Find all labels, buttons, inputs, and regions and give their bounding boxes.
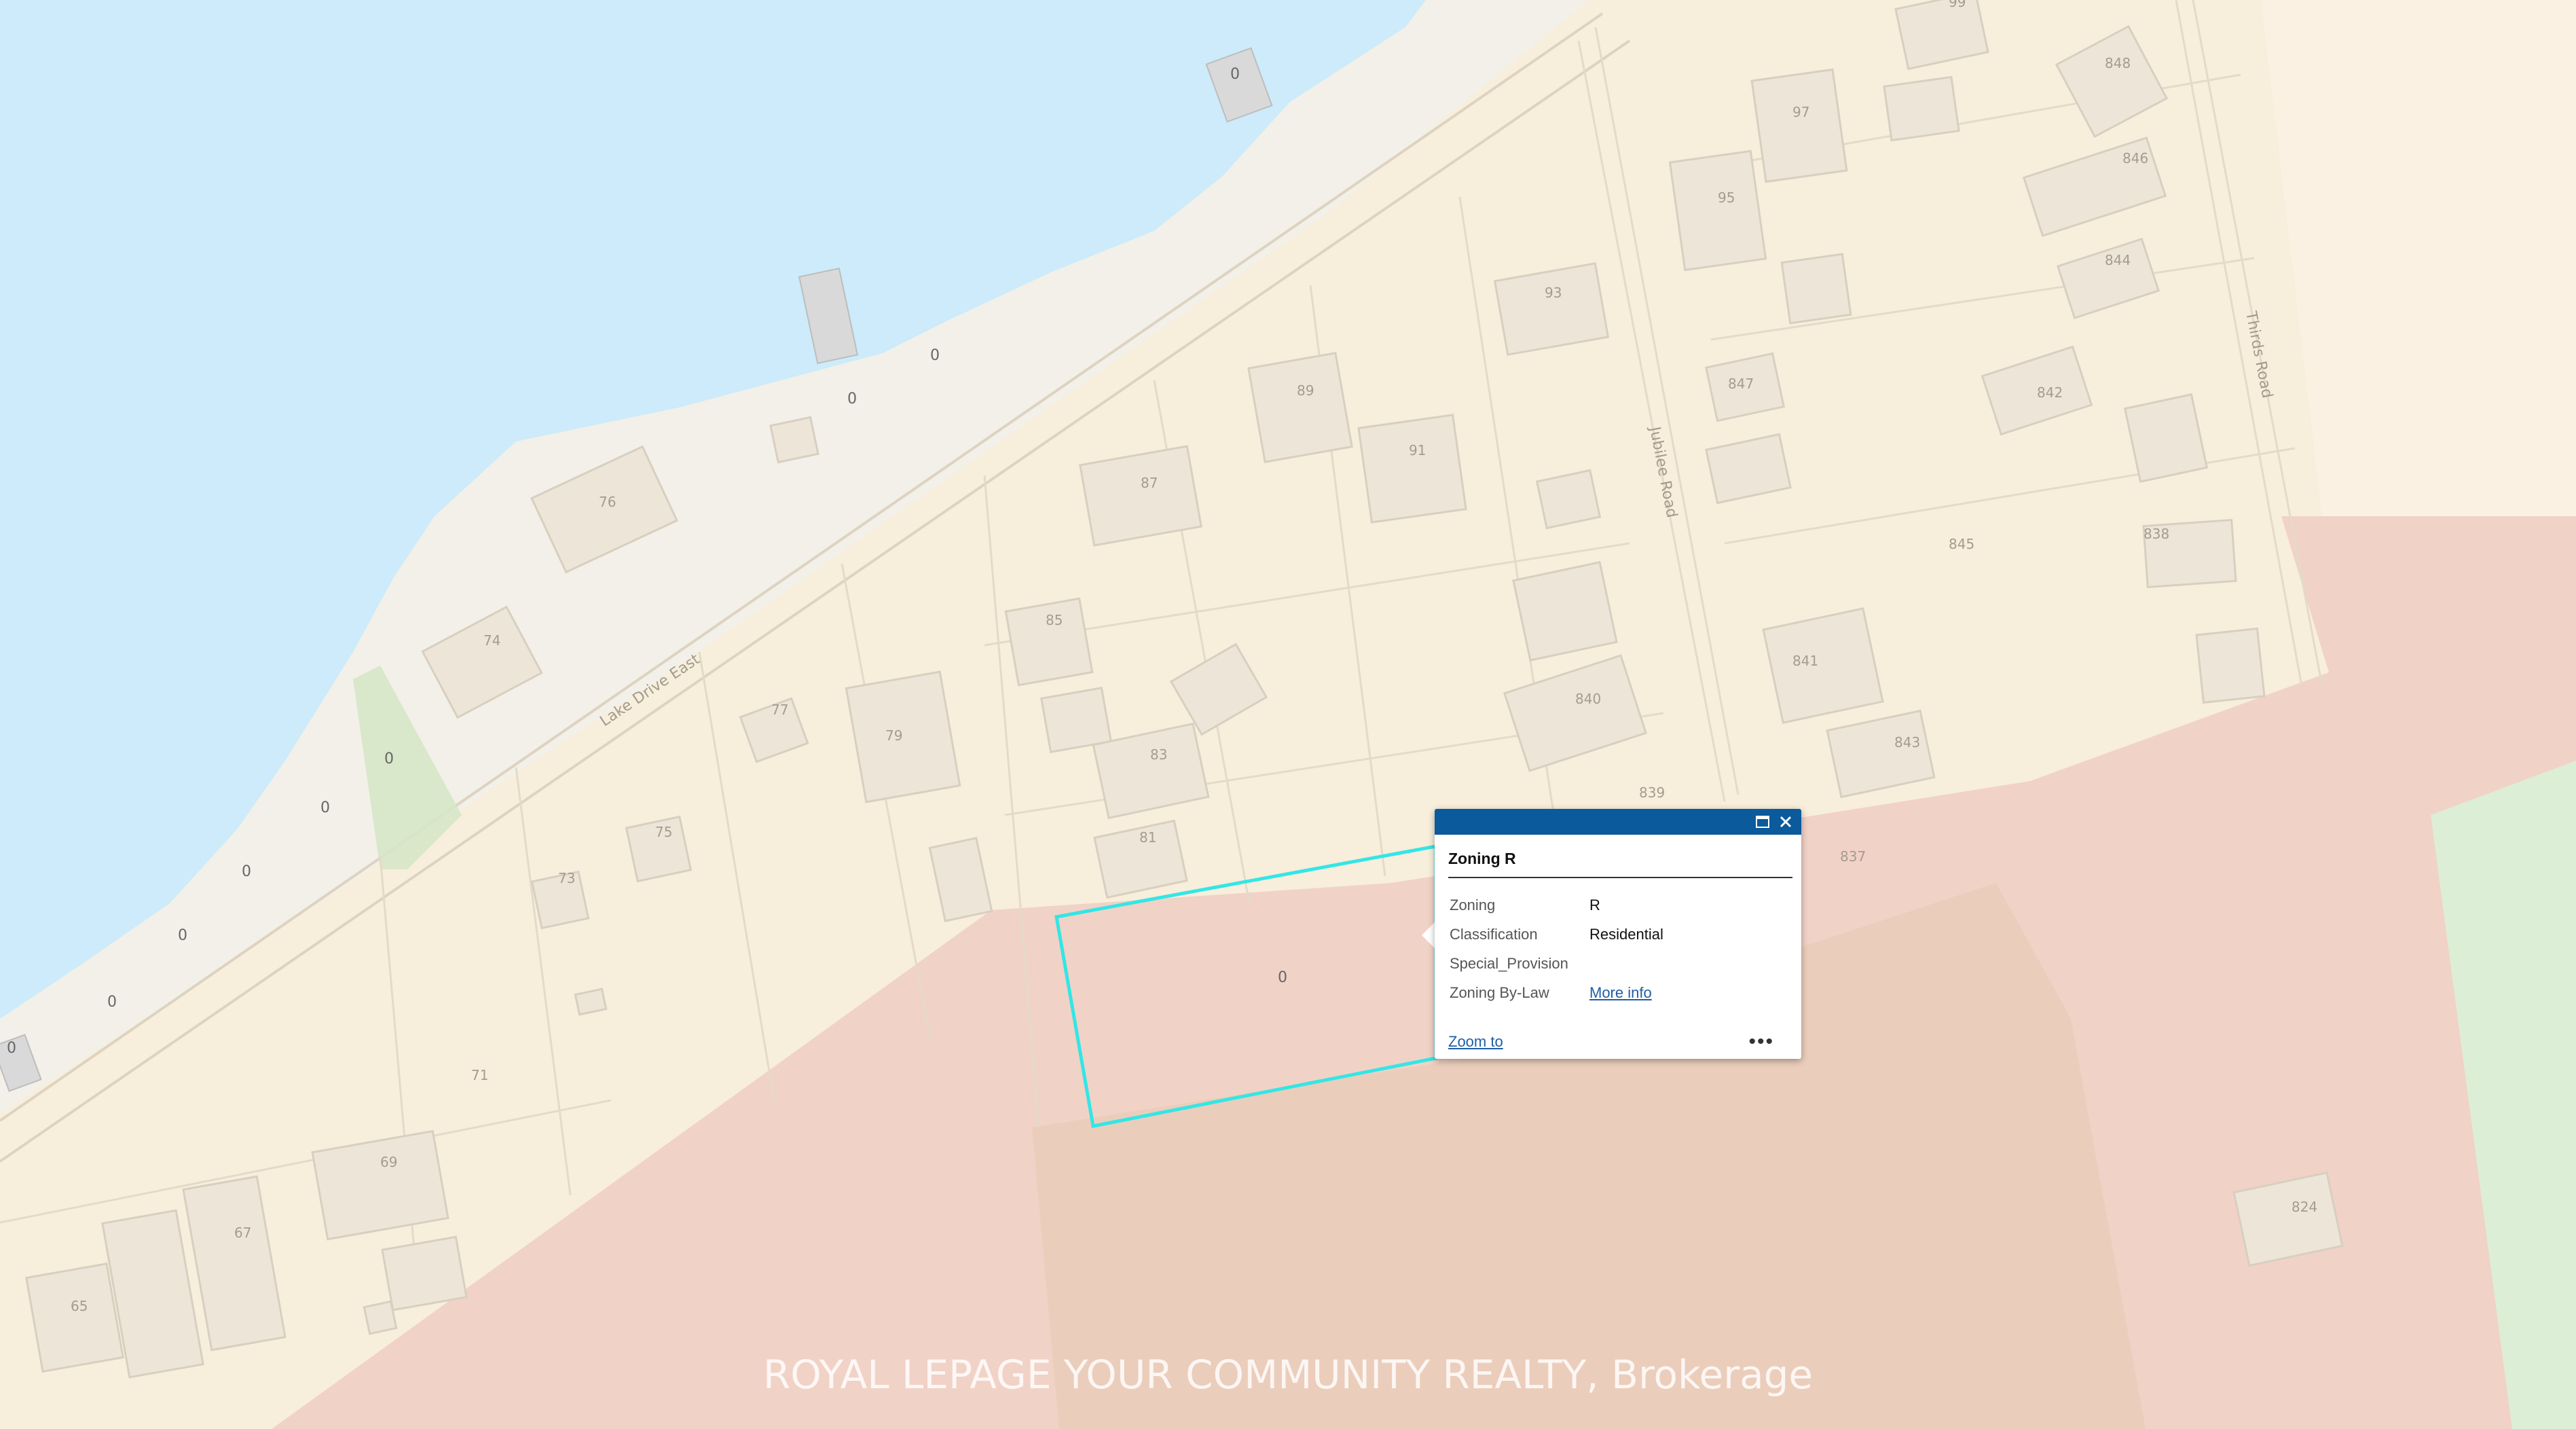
parcel-label: 845: [1949, 536, 1974, 552]
attribute-value: R: [1589, 896, 1600, 914]
zoom-to-link[interactable]: Zoom to: [1448, 1033, 1503, 1051]
parcel-label: 85: [1046, 612, 1063, 628]
parcel-label: 79: [885, 727, 902, 744]
attribute-key: Classification: [1450, 925, 1538, 943]
parcel-label: 67: [234, 1225, 251, 1241]
parcel-label: 71: [471, 1067, 488, 1083]
parcel-label: 77: [771, 702, 788, 718]
parcel-label: 87: [1141, 475, 1158, 491]
parcel-label: 841: [1792, 653, 1818, 669]
parcel-label: 93: [1545, 285, 1562, 301]
attribute-row: Special_Provision: [1450, 949, 1663, 978]
zero-label: 0: [1278, 969, 1287, 986]
attribute-key: Special_Provision: [1450, 954, 1568, 972]
close-icon[interactable]: [1775, 812, 1796, 832]
zero-label: 0: [7, 1040, 16, 1057]
zero-label: 0: [847, 391, 857, 408]
attribute-key: Zoning: [1450, 896, 1496, 914]
parcel-label: 89: [1297, 382, 1314, 399]
parcel-label: 73: [558, 870, 575, 886]
parcel-label: 99: [1949, 0, 1966, 10]
attribute-table: Zoning R Classification Residential Spec…: [1450, 890, 1663, 1007]
parcel-label: 848: [2105, 55, 2131, 71]
popup-title: Zoning R: [1448, 850, 1516, 867]
zero-label: 0: [242, 863, 251, 880]
parcel-label: 840: [1575, 691, 1601, 707]
attribute-row: Classification Residential: [1450, 920, 1663, 949]
attribute-row: Zoning By-Law More info: [1450, 978, 1663, 1007]
parcel-label: 838: [2143, 526, 2169, 542]
parcel-label: 91: [1409, 442, 1426, 458]
parcel-label: 69: [380, 1154, 397, 1170]
zero-label: 0: [1230, 66, 1240, 83]
more-info-link[interactable]: More info: [1589, 984, 1652, 1001]
attribute-row: Zoning R: [1450, 890, 1663, 920]
popup-pointer: [1422, 922, 1435, 949]
zero-label: 0: [320, 799, 330, 816]
parcel-label: 844: [2105, 252, 2131, 268]
brokerage-watermark: ROYAL LEPAGE YOUR COMMUNITY REALTY, Brok…: [762, 1352, 1814, 1398]
parcel-label: 95: [1718, 189, 1735, 206]
parcel-label: 837: [1840, 848, 1866, 865]
zero-label: 0: [107, 994, 117, 1011]
parcel-label: 842: [2037, 384, 2063, 401]
parcel-label: 75: [655, 824, 672, 840]
title-divider: [1448, 877, 1792, 878]
zoning-popup: Zoning R Zoning R Classification Residen…: [1435, 809, 1801, 1059]
ellipsis-icon[interactable]: •••: [1748, 1030, 1774, 1053]
parcel-label: 81: [1139, 829, 1156, 846]
maximize-icon[interactable]: [1752, 812, 1773, 832]
parcel-label: 846: [2122, 150, 2148, 166]
popup-header: [1435, 809, 1801, 835]
parcel-label: 97: [1792, 104, 1809, 120]
parcel-label: 839: [1639, 784, 1665, 801]
parcel-label: 843: [1894, 734, 1920, 750]
attribute-value: Residential: [1589, 925, 1663, 943]
parcel-label: 76: [599, 494, 616, 510]
parcel-label: 83: [1150, 746, 1167, 763]
zero-label: 0: [930, 347, 940, 364]
parcel-label: 65: [71, 1298, 88, 1314]
parcel-label: 74: [483, 632, 500, 649]
parcel-label: 824: [2292, 1199, 2317, 1215]
parcel-label: 847: [1728, 376, 1754, 392]
attribute-key: Zoning By-Law: [1450, 983, 1549, 1001]
zero-label: 0: [384, 750, 394, 767]
zero-label: 0: [178, 927, 187, 944]
map-canvas[interactable]: 99 97 95 93 91 89 87 85 83 81 79 77 76 7…: [0, 0, 2576, 1429]
